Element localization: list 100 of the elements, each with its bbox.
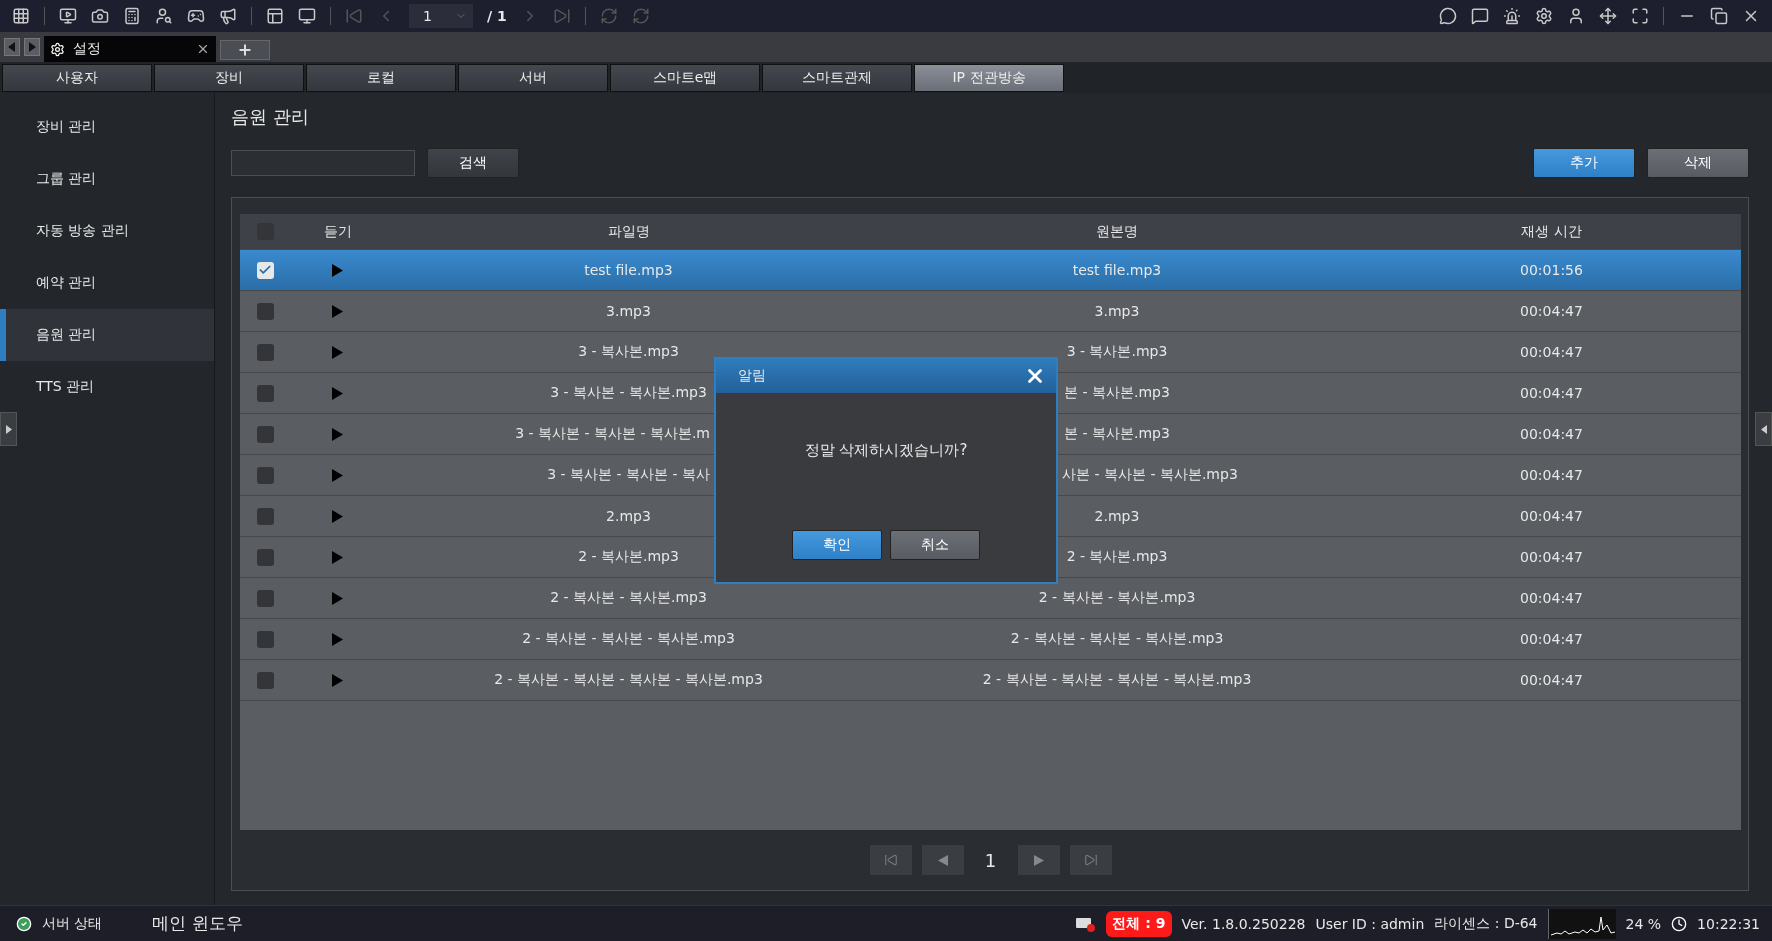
table-row[interactable]: 2 - 복사본 - 복사본 - 복사본.mp3 2 - 복사본 - 복사본 - 복사본.mp3 00:04:47 <box>240 619 1741 660</box>
refresh-icon[interactable] <box>599 7 618 25</box>
row-checkbox[interactable] <box>256 261 274 279</box>
original-name: 2 - 복사본.mp3 <box>1066 548 1168 566</box>
first-page-button[interactable] <box>868 844 913 876</box>
play-icon[interactable] <box>332 591 343 605</box>
settings-category-tab[interactable]: 스마트관제 <box>762 64 912 92</box>
page-select[interactable]: 1 <box>409 4 473 28</box>
play-time: 00:04:47 <box>1520 303 1583 319</box>
settings-category-tab[interactable]: 스마트e맵 <box>610 64 760 92</box>
clock-icon <box>1671 915 1688 932</box>
row-checkbox[interactable] <box>256 548 274 566</box>
row-checkbox[interactable] <box>256 671 274 689</box>
message-icon[interactable] <box>1471 7 1489 25</box>
settings-icon[interactable] <box>1535 7 1553 25</box>
chat-icon[interactable] <box>1439 7 1457 25</box>
play-icon[interactable] <box>332 263 343 277</box>
row-checkbox[interactable] <box>256 343 274 361</box>
add-tab-button[interactable] <box>220 40 270 60</box>
left-triangle-icon <box>8 42 16 52</box>
previous-page-button[interactable] <box>920 844 965 876</box>
page-total: / 1 <box>487 8 507 24</box>
play-icon[interactable] <box>332 345 343 359</box>
row-checkbox[interactable] <box>256 630 274 648</box>
camera-icon[interactable] <box>91 7 109 25</box>
play-icon[interactable] <box>332 632 343 646</box>
expand-right-handle[interactable] <box>1755 412 1772 446</box>
row-checkbox[interactable] <box>256 507 274 525</box>
table-row[interactable]: test file.mp3 test file.mp3 00:01:56 <box>240 250 1741 291</box>
row-checkbox[interactable] <box>256 302 274 320</box>
move-icon[interactable] <box>1599 7 1617 25</box>
search-button[interactable]: 검색 <box>427 148 519 178</box>
original-name: 2 - 복사본 - 복사본.mp3 <box>1038 589 1196 607</box>
file-name: 2 - 복사본 - 복사본 - 복사본.mp3 <box>522 630 735 648</box>
row-checkbox[interactable] <box>256 425 274 443</box>
version-text: Ver. 1.8.0.250228 <box>1181 915 1306 932</box>
keypad-icon[interactable] <box>123 7 141 25</box>
plus-icon <box>237 42 253 58</box>
sidebar-item[interactable]: 음원 관리 <box>0 309 214 361</box>
gamepad-icon[interactable] <box>187 7 205 25</box>
fullscreen-icon[interactable] <box>1631 7 1649 25</box>
sidebar-item[interactable]: 장비 관리 <box>0 101 214 153</box>
sidebar-item[interactable]: 예약 관리 <box>0 257 214 309</box>
scroll-right-button[interactable] <box>24 38 40 56</box>
user-icon[interactable] <box>1567 7 1585 25</box>
play-icon[interactable] <box>332 386 343 400</box>
user-search-icon[interactable] <box>155 7 173 25</box>
play-icon[interactable] <box>332 550 343 564</box>
table-row[interactable]: 3.mp3 3.mp3 00:04:47 <box>240 291 1741 332</box>
expand-left-handle[interactable] <box>0 412 17 446</box>
refresh-screen-icon[interactable] <box>631 7 650 25</box>
play-icon[interactable] <box>332 468 343 482</box>
dialog-button[interactable]: 확인 <box>792 530 882 560</box>
file-name: test file.mp3 <box>584 262 673 278</box>
scroll-left-button[interactable] <box>4 38 20 56</box>
column-header: 듣기 <box>323 222 352 241</box>
cpu-usage: 24 % <box>1625 915 1662 932</box>
file-name: 3.mp3 <box>606 303 651 319</box>
original-name: 2.mp3 <box>1094 508 1140 524</box>
dialog-button[interactable]: 취소 <box>890 530 980 560</box>
settings-category-tab[interactable]: 로컬 <box>306 64 456 92</box>
row-checkbox[interactable] <box>256 384 274 402</box>
table-row[interactable]: 2 - 복사본 - 복사본 - 복사본 - 복사본.mp3 2 - 복사본 - 복사본 - 복사본 - 복사본.mp3 00:04:47 <box>240 660 1741 701</box>
play-icon[interactable] <box>332 427 343 441</box>
restore-icon[interactable] <box>1710 7 1728 25</box>
megaphone-icon[interactable] <box>219 7 237 25</box>
settings-category-tab[interactable]: IP 전관방송 <box>914 64 1064 92</box>
play-time: 00:04:47 <box>1520 508 1583 524</box>
play-screen-icon[interactable] <box>59 7 77 25</box>
settings-category-tab[interactable]: 사용자 <box>2 64 152 92</box>
monitor-icon[interactable] <box>298 7 316 25</box>
column-header: 파일명 <box>607 222 650 241</box>
sidebar-item[interactable]: 그룹 관리 <box>0 153 214 205</box>
row-checkbox[interactable] <box>256 466 274 484</box>
play-time: 00:01:56 <box>1520 262 1583 278</box>
first-page-icon <box>883 853 898 867</box>
row-checkbox[interactable] <box>256 589 274 607</box>
play-time: 00:04:47 <box>1520 426 1583 442</box>
search-field[interactable] <box>231 150 415 176</box>
play-icon[interactable] <box>332 509 343 523</box>
layout-icon[interactable] <box>266 7 284 25</box>
clock-time: 10:22:31 <box>1697 915 1760 932</box>
action-button[interactable]: 추가 <box>1533 148 1635 178</box>
play-icon[interactable] <box>332 673 343 687</box>
sidebar-item[interactable]: 자동 방송 관리 <box>0 205 214 257</box>
close-icon[interactable] <box>196 42 210 56</box>
sidebar-item[interactable]: TTS 관리 <box>0 361 214 413</box>
last-page-icon[interactable] <box>552 7 571 25</box>
action-button[interactable]: 삭제 <box>1647 148 1749 178</box>
next-page-button[interactable] <box>1016 844 1061 876</box>
first-page-icon[interactable] <box>345 7 363 25</box>
file-name: 2.mp3 <box>606 508 651 524</box>
last-page-button[interactable] <box>1068 844 1113 876</box>
play-icon[interactable] <box>332 304 343 318</box>
play-time: 00:04:47 <box>1520 590 1583 606</box>
alarm-icon[interactable] <box>1503 7 1521 25</box>
settings-category-tab[interactable]: 장비 <box>154 64 304 92</box>
apps-grid-icon[interactable] <box>12 7 30 25</box>
settings-tab[interactable]: 설정 <box>44 36 216 62</box>
settings-category-tab[interactable]: 서버 <box>458 64 608 92</box>
